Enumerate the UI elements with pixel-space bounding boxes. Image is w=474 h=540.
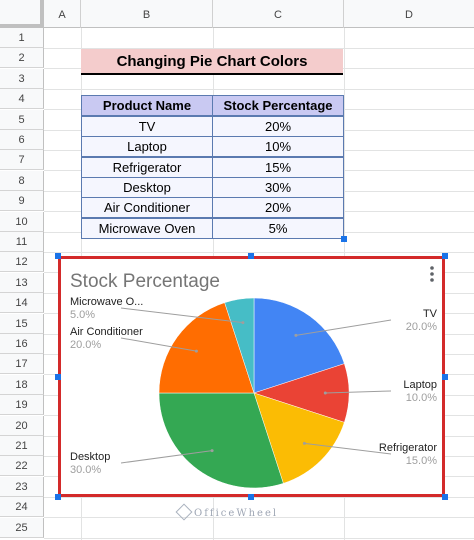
slice-percent-label: 20.0% bbox=[70, 339, 101, 351]
slice-percent-label: 5.0% bbox=[70, 309, 95, 321]
row-header[interactable]: 4 bbox=[0, 89, 44, 110]
select-all-corner[interactable] bbox=[0, 0, 44, 28]
leader-dot bbox=[294, 333, 298, 337]
chart-resize-handle[interactable] bbox=[55, 374, 61, 380]
column-header-a[interactable]: A bbox=[44, 0, 81, 28]
row-header[interactable]: 24 bbox=[0, 497, 44, 518]
table-header-stock[interactable]: Stock Percentage bbox=[212, 95, 344, 116]
row-header[interactable]: 6 bbox=[0, 130, 44, 150]
more-vert-icon[interactable] bbox=[430, 266, 434, 282]
leader-dot bbox=[194, 349, 198, 353]
leader-dot bbox=[323, 391, 327, 395]
chart-resize-handle[interactable] bbox=[55, 253, 61, 259]
chart-resize-handle[interactable] bbox=[248, 253, 254, 259]
pie-chart[interactable]: Stock Percentage TV 20.0% Laptop 10.0% Refri… bbox=[58, 256, 445, 497]
row-header[interactable]: 12 bbox=[0, 252, 44, 273]
table-cell-product[interactable]: TV bbox=[81, 116, 213, 137]
row-header[interactable]: 17 bbox=[0, 354, 44, 375]
table-header-product[interactable]: Product Name bbox=[81, 95, 213, 116]
sheet-title[interactable]: Changing Pie Chart Colors bbox=[81, 49, 343, 75]
leader-dot bbox=[241, 321, 245, 325]
slice-label: Microwave O... bbox=[70, 296, 143, 308]
grid-line bbox=[44, 88, 474, 90]
table-cell-stock[interactable]: 15% bbox=[212, 156, 344, 178]
pie-chart-svg: Stock Percentage TV20.0%Laptop10.0%Refri… bbox=[70, 266, 438, 489]
table-cell-product[interactable]: Laptop bbox=[81, 136, 213, 158]
row-header[interactable]: 3 bbox=[0, 68, 44, 89]
row-header[interactable]: 20 bbox=[0, 415, 44, 436]
watermark: OfficeWheel bbox=[194, 508, 279, 519]
table-cell-stock[interactable]: 20% bbox=[212, 116, 344, 137]
grid-line bbox=[44, 252, 474, 253]
column-header-c[interactable]: C bbox=[213, 0, 344, 28]
leader-dot bbox=[210, 449, 214, 453]
slice-percent-label: 30.0% bbox=[70, 464, 101, 476]
table-cell-product[interactable]: Microwave Oven bbox=[81, 217, 213, 239]
fill-handle[interactable] bbox=[341, 236, 347, 242]
chart-resize-handle[interactable] bbox=[248, 494, 254, 500]
row-header[interactable]: 21 bbox=[0, 436, 44, 456]
slice-label: Refrigerator bbox=[379, 442, 437, 454]
row-header[interactable]: 5 bbox=[0, 109, 44, 130]
slice-label: Laptop bbox=[403, 379, 437, 391]
chart-resize-handle[interactable] bbox=[442, 374, 448, 380]
row-header[interactable]: 15 bbox=[0, 313, 44, 334]
column-header-b[interactable]: B bbox=[81, 0, 213, 28]
slice-percent-label: 10.0% bbox=[406, 392, 437, 404]
row-header[interactable]: 2 bbox=[0, 48, 44, 69]
column-header-d[interactable]: D bbox=[344, 0, 474, 28]
table-cell-stock[interactable]: 5% bbox=[212, 217, 344, 239]
row-header[interactable]: 11 bbox=[0, 232, 44, 252]
row-header[interactable]: 23 bbox=[0, 476, 44, 497]
row-header[interactable]: 18 bbox=[0, 374, 44, 395]
row-header[interactable]: 19 bbox=[0, 395, 44, 416]
row-header[interactable]: 9 bbox=[0, 191, 44, 212]
row-header[interactable]: 10 bbox=[0, 211, 44, 232]
row-header[interactable]: 8 bbox=[0, 170, 44, 191]
row-header[interactable]: 22 bbox=[0, 456, 44, 477]
slice-label: Air Conditioner bbox=[70, 326, 143, 338]
table-cell-stock[interactable]: 10% bbox=[212, 136, 344, 158]
table-cell-stock[interactable]: 30% bbox=[212, 176, 344, 198]
row-header[interactable]: 7 bbox=[0, 150, 44, 171]
row-header[interactable]: 25 bbox=[0, 517, 44, 538]
chart-resize-handle[interactable] bbox=[442, 253, 448, 259]
slice-percent-label: 20.0% bbox=[406, 321, 437, 333]
slice-percent-label: 15.0% bbox=[406, 455, 437, 467]
slice-label: TV bbox=[423, 308, 438, 320]
row-header[interactable]: 1 bbox=[0, 28, 44, 48]
row-header[interactable]: 16 bbox=[0, 334, 44, 354]
grid-line bbox=[44, 537, 474, 539]
chart-title: Stock Percentage bbox=[70, 271, 220, 292]
leader-dot bbox=[302, 441, 306, 445]
table-cell-product[interactable]: Air Conditioner bbox=[81, 197, 213, 219]
table-cell-stock[interactable]: 20% bbox=[212, 197, 344, 219]
table-cell-product[interactable]: Desktop bbox=[81, 176, 213, 198]
chart-resize-handle[interactable] bbox=[442, 494, 448, 500]
row-header[interactable]: 14 bbox=[0, 293, 44, 314]
row-header[interactable]: 13 bbox=[0, 272, 44, 293]
slice-label: Desktop bbox=[70, 451, 110, 463]
chart-resize-handle[interactable] bbox=[55, 494, 61, 500]
table-cell-product[interactable]: Refrigerator bbox=[81, 156, 213, 178]
